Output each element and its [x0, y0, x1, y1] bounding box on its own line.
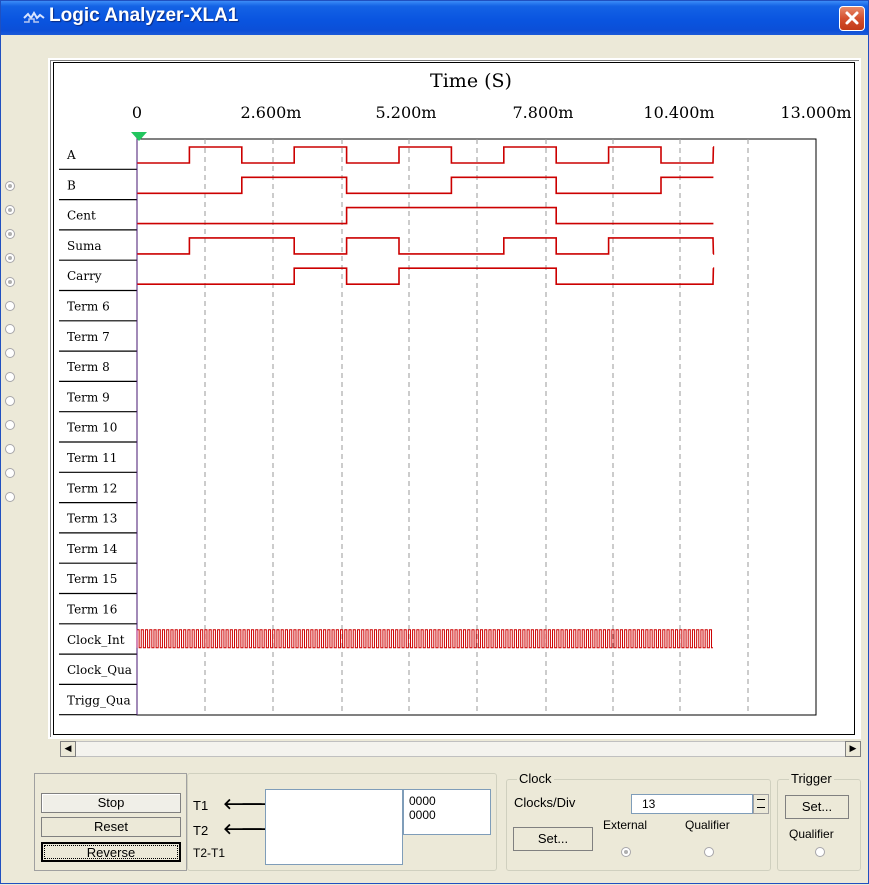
time-tick-label: 2.600m — [241, 103, 302, 122]
channel-label: Term 13 — [67, 512, 117, 526]
waveform-trace — [137, 146, 715, 164]
time-tick-label: 10.400m — [643, 103, 714, 122]
clock-waveform-trace — [136, 629, 713, 649]
time-tick-label: 7.800m — [513, 103, 574, 122]
trigger-set-button[interactable]: Set... — [785, 795, 849, 819]
channel-label: Clock_Qua — [67, 663, 132, 677]
horizontal-scrollbar[interactable] — [60, 741, 861, 757]
channel-label: Term 14 — [67, 542, 118, 556]
channel-label: Term 6 — [67, 300, 110, 314]
t1-value: 0000 — [409, 794, 436, 808]
channel-label: Term 15 — [67, 572, 117, 586]
channel-label: B — [67, 178, 76, 192]
channel-label: Clock_Int — [67, 633, 125, 647]
clock-group-title: Clock — [517, 771, 554, 786]
clocks-div-spinner[interactable] — [753, 794, 769, 814]
t2-label: T2 — [193, 823, 209, 838]
waveform-trace — [137, 176, 714, 195]
channel-label: Suma — [67, 239, 101, 253]
clocks-div-value: 13 — [642, 797, 656, 811]
external-label: External — [603, 818, 648, 832]
reverse-button[interactable]: Reverse — [41, 842, 181, 862]
reset-button[interactable]: Reset — [41, 817, 181, 837]
waveform-trace — [137, 237, 715, 255]
channel-label: Carry — [67, 269, 102, 283]
trigger-qualifier-label: Qualifier — [789, 827, 834, 841]
stop-button[interactable]: Stop — [41, 793, 181, 813]
time-axis-title: Time (S) — [430, 70, 512, 92]
clock-qualifier-label: Qualifier — [685, 818, 730, 832]
external-radio[interactable] — [621, 847, 631, 857]
cursor-time-display — [265, 789, 403, 865]
channel-label: Cent — [67, 209, 96, 223]
waveform-trace — [137, 206, 714, 225]
channel-label: Term 7 — [67, 330, 110, 344]
time-tick-label: 13.000m — [780, 103, 851, 122]
trigger-group — [777, 779, 861, 871]
channel-label: Term 9 — [67, 390, 110, 404]
time-tick-label: 5.200m — [376, 103, 437, 122]
clocks-div-input[interactable]: 13 — [631, 794, 753, 814]
time-tick-label: 0 — [132, 103, 142, 122]
channel-label: Term 8 — [67, 360, 110, 374]
channel-label: A — [66, 148, 76, 162]
channel-label: Trigg_Qua — [67, 693, 131, 707]
channel-label: Term 10 — [67, 421, 117, 435]
waveform-trace — [137, 267, 715, 285]
clocks-div-label: Clocks/Div — [514, 795, 576, 810]
channel-label: Term 11 — [67, 451, 117, 465]
t1-label: T1 — [193, 798, 209, 813]
clock-set-button[interactable]: Set... — [513, 827, 593, 851]
scroll-right-button[interactable]: ▶ — [845, 741, 861, 757]
trigger-qualifier-radio[interactable] — [815, 847, 825, 857]
cursor-value-display: 0000 0000 — [403, 789, 491, 835]
logic-analyzer-window: Logic Analyzer-XLA1 Time (S) 0 2.600m 5.20… — [0, 0, 869, 884]
clock-qualifier-radio[interactable] — [704, 847, 714, 857]
t2-t1-label: T2-T1 — [193, 846, 226, 860]
channel-label: Term 16 — [67, 603, 117, 617]
t1-cursor-marker[interactable] — [131, 132, 147, 141]
channel-label: Term 12 — [67, 481, 117, 495]
t2-value: 0000 — [409, 808, 436, 822]
trigger-group-title: Trigger — [789, 771, 834, 786]
scroll-left-button[interactable]: ◀ — [60, 741, 76, 757]
